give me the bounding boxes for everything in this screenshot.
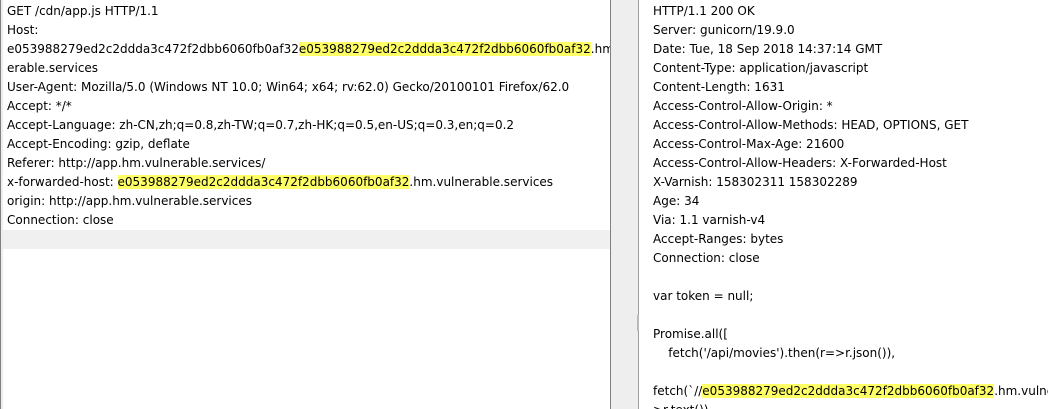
request-line: Connection: close [7, 211, 610, 230]
request-line [7, 230, 610, 249]
response-line: Accept-Ranges: bytes [653, 230, 1048, 249]
line-text: Access-Control-Allow-Methods: HEAD, OPTI… [653, 118, 969, 132]
request-line: erable.services [7, 59, 610, 78]
line-text: Access-Control-Allow-Headers: X-Forwarde… [653, 156, 947, 170]
request-line: e053988279ed2c2ddda3c472f2dbb6060fb0af32… [7, 40, 610, 59]
line-text: Date: Tue, 18 Sep 2018 14:37:14 GMT [653, 42, 883, 56]
response-line: X-Varnish: 158302311 158302289 [653, 173, 1048, 192]
response-line: Access-Control-Max-Age: 21600 [653, 135, 1048, 154]
line-text: Content-Length: 1631 [653, 80, 785, 94]
response-line: Content-Type: application/javascript [653, 59, 1048, 78]
response-line: HTTP/1.1 200 OK [653, 2, 1048, 21]
search-match-highlight: e053988279ed2c2ddda3c472f2dbb6060fb0af32 [702, 384, 995, 398]
line-text: Accept: */* [7, 99, 72, 113]
response-line: fetch('/api/movies').then(r=>r.json()), [653, 344, 1048, 363]
response-line: Via: 1.1 varnish-v4 [653, 211, 1048, 230]
response-line: Promise.all([ [653, 325, 1048, 344]
response-line: Content-Length: 1631 [653, 78, 1048, 97]
response-line [653, 363, 1048, 382]
line-text: X-Varnish: 158302311 158302289 [653, 175, 858, 189]
response-line: fetch(`//e053988279ed2c2ddda3c472f2dbb60… [653, 382, 1048, 401]
line-text: Content-Type: application/javascript [653, 61, 869, 75]
request-gutter [1, 0, 3, 409]
request-line: Referer: http://app.hm.vulnerable.servic… [7, 154, 610, 173]
response-line: Server: gunicorn/19.9.0 [653, 21, 1048, 40]
line-text: fetch('/api/movies').then(r=>r.json()), [653, 346, 896, 360]
request-text[interactable]: GET /cdn/app.js HTTP/1.1 Host: e053988279e… [7, 2, 610, 249]
line-text: Host: [7, 23, 39, 37]
response-text[interactable]: HTTP/1.1 200 OK Server: gunicorn/19.9.0 Da… [653, 2, 1048, 409]
line-text: Connection: close [653, 251, 760, 265]
line-text: HTTP/1.1 200 OK [653, 4, 755, 18]
request-editor-pane[interactable]: GET /cdn/app.js HTTP/1.1 Host: e053988279e… [0, 0, 611, 409]
line-text: fetch(`// [653, 384, 703, 398]
line-text: User-Agent: Mozilla/5.0 (Windows NT 10.0… [7, 80, 570, 94]
line-text: Age: 34 [653, 194, 700, 208]
search-match-highlight: e053988279ed2c2ddda3c472f2dbb6060fb0af32 [298, 42, 591, 56]
response-line: Connection: close [653, 249, 1048, 268]
response-line: Access-Control-Allow-Origin: * [653, 97, 1048, 116]
response-line: var token = null; [653, 287, 1048, 306]
line-text: .hm.vuln [590, 42, 610, 56]
request-line: Accept-Encoding: gzip, deflate [7, 135, 610, 154]
response-line: Access-Control-Allow-Headers: X-Forwarde… [653, 154, 1048, 173]
line-text: Server: gunicorn/19.9.0 [653, 23, 795, 37]
response-line [653, 268, 1048, 287]
request-line: Accept-Language: zh-CN,zh;q=0.8,zh-TW;q=… [7, 116, 610, 135]
request-line: origin: http://app.hm.vulnerable.service… [7, 192, 610, 211]
line-text: Promise.all([ [653, 327, 728, 341]
line-text: Accept-Encoding: gzip, deflate [7, 137, 190, 151]
line-text: Referer: http://app.hm.vulnerable.servic… [7, 156, 266, 170]
response-line: Date: Tue, 18 Sep 2018 14:37:14 GMT [653, 40, 1048, 59]
line-text: x-forwarded-host: [7, 175, 118, 189]
response-line: Access-Control-Allow-Methods: HEAD, OPTI… [653, 116, 1048, 135]
line-text: Accept-Ranges: bytes [653, 232, 784, 246]
request-line: Accept: */* [7, 97, 610, 116]
response-line: >r.text()) [653, 401, 1048, 409]
response-line [653, 306, 1048, 325]
response-line: Age: 34 [653, 192, 1048, 211]
pane-splitter[interactable] [611, 0, 640, 409]
line-text: e053988279ed2c2ddda3c472f2dbb6060fb0af32 [7, 42, 299, 56]
response-viewer-pane[interactable]: HTTP/1.1 200 OK Server: gunicorn/19.9.0 Da… [639, 0, 1048, 409]
line-text: Accept-Language: zh-CN,zh;q=0.8,zh-TW;q=… [7, 118, 515, 132]
line-text: Access-Control-Allow-Origin: * [653, 99, 833, 113]
line-text: .hm.vulnerable.services [409, 175, 554, 189]
request-line: x-forwarded-host: e053988279ed2c2ddda3c4… [7, 173, 610, 192]
line-text: origin: http://app.hm.vulnerable.service… [7, 194, 252, 208]
line-text: var token = null; [653, 289, 754, 303]
line-text: erable.services [7, 61, 99, 75]
line-text: Via: 1.1 varnish-v4 [653, 213, 766, 227]
line-text: GET /cdn/app.js HTTP/1.1 [7, 4, 159, 18]
line-text: Access-Control-Max-Age: 21600 [653, 137, 845, 151]
request-line: Host: [7, 21, 610, 40]
request-line: GET /cdn/app.js HTTP/1.1 [7, 2, 610, 21]
line-text: Connection: close [7, 213, 114, 227]
search-match-highlight: e053988279ed2c2ddda3c472f2dbb6060fb0af32 [117, 175, 410, 189]
request-line: User-Agent: Mozilla/5.0 (Windows NT 10.0… [7, 78, 610, 97]
line-text: >r.text()) [653, 403, 708, 409]
line-text: .hm.vulnerable [994, 384, 1048, 398]
